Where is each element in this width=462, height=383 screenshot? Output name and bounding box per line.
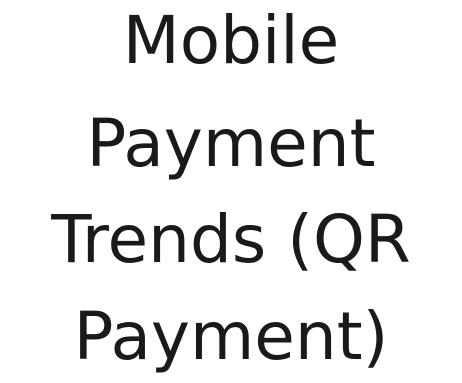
- title-line-1: Mobile: [122, 2, 340, 79]
- title-line-4: Payment): [73, 298, 389, 375]
- page-title: Mobile Payment Trends (QR Payment): [0, 0, 462, 383]
- title-line-2: Payment: [86, 105, 376, 182]
- title-line-3: Trends (QR: [51, 201, 411, 278]
